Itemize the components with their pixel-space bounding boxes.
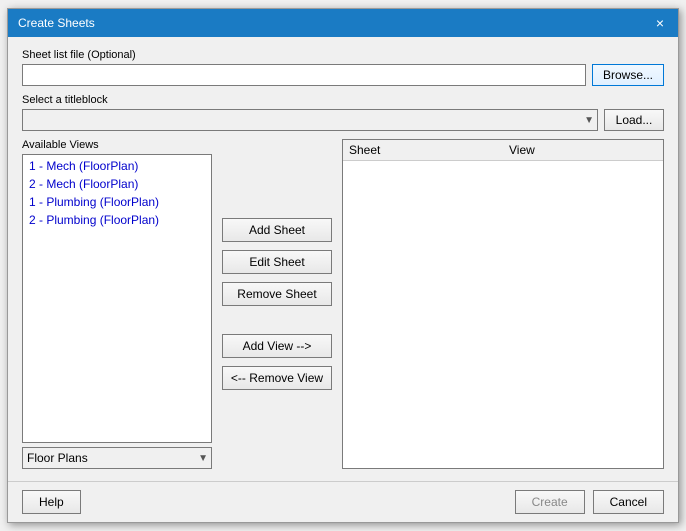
- add-sheet-button[interactable]: Add Sheet: [222, 218, 332, 242]
- list-item[interactable]: 2 - Mech (FloorPlan): [25, 175, 209, 193]
- titleblock-select[interactable]: [22, 109, 598, 131]
- main-area: Available Views 1 - Mech (FloorPlan) 2 -…: [22, 139, 664, 469]
- remove-sheet-button[interactable]: Remove Sheet: [222, 282, 332, 306]
- titleblock-select-row: ▼ Load...: [22, 109, 664, 131]
- titleblock-label: Select a titleblock: [22, 94, 664, 106]
- views-filter-wrapper: Floor Plans ▼: [22, 447, 212, 469]
- help-button[interactable]: Help: [22, 490, 81, 514]
- sheet-file-row: Sheet list file (Optional) Browse...: [22, 49, 664, 86]
- footer-left: Help: [22, 490, 81, 514]
- sheet-file-input-row: Browse...: [22, 64, 664, 86]
- views-list[interactable]: 1 - Mech (FloorPlan) 2 - Mech (FloorPlan…: [22, 154, 212, 443]
- right-panel: Sheet View: [342, 139, 664, 469]
- available-views-label: Available Views: [22, 139, 212, 151]
- list-item[interactable]: 1 - Plumbing (FloorPlan): [25, 193, 209, 211]
- sheet-file-input[interactable]: [22, 64, 586, 86]
- col-sheet-header: Sheet: [349, 143, 509, 157]
- create-sheets-dialog: Create Sheets × Sheet list file (Optiona…: [7, 8, 679, 523]
- dialog-content: Sheet list file (Optional) Browse... Sel…: [8, 37, 678, 481]
- list-item[interactable]: 1 - Mech (FloorPlan): [25, 157, 209, 175]
- edit-sheet-button[interactable]: Edit Sheet: [222, 250, 332, 274]
- sheet-file-label: Sheet list file (Optional): [22, 49, 664, 61]
- browse-button[interactable]: Browse...: [592, 64, 664, 86]
- views-filter-select[interactable]: Floor Plans: [22, 447, 212, 469]
- create-button[interactable]: Create: [515, 490, 585, 514]
- middle-panel: Add Sheet Edit Sheet Remove Sheet Add Vi…: [212, 139, 342, 469]
- add-view-button[interactable]: Add View -->: [222, 334, 332, 358]
- col-view-header: View: [509, 143, 657, 157]
- close-button[interactable]: ×: [652, 15, 668, 31]
- views-dropdown-row: Floor Plans ▼: [22, 447, 212, 469]
- load-button[interactable]: Load...: [604, 109, 664, 131]
- table-body: [343, 161, 663, 468]
- dialog-footer: Help Create Cancel: [8, 481, 678, 522]
- table-header: Sheet View: [343, 140, 663, 161]
- left-panel: Available Views 1 - Mech (FloorPlan) 2 -…: [22, 139, 212, 469]
- titleblock-row: Select a titleblock ▼ Load...: [22, 94, 664, 131]
- titleblock-select-wrapper: ▼: [22, 109, 598, 131]
- title-bar: Create Sheets ×: [8, 9, 678, 37]
- footer-right: Create Cancel: [515, 490, 664, 514]
- remove-view-button[interactable]: <-- Remove View: [222, 366, 332, 390]
- cancel-button[interactable]: Cancel: [593, 490, 664, 514]
- list-item[interactable]: 2 - Plumbing (FloorPlan): [25, 211, 209, 229]
- dialog-title: Create Sheets: [18, 16, 95, 30]
